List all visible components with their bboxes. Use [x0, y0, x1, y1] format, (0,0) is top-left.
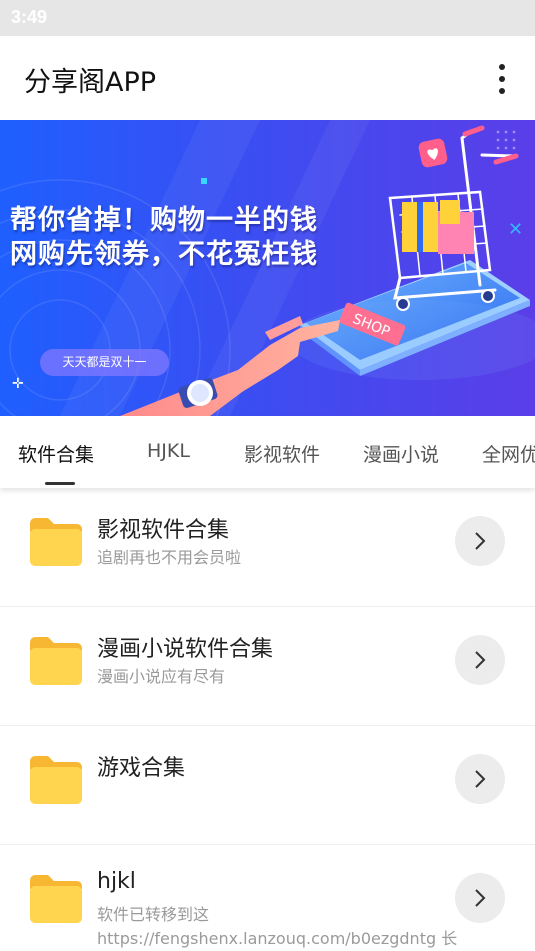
list-item-subtitle: 漫画小说应有尽有 [97, 667, 226, 686]
tab-video-software[interactable]: 影视软件 [244, 440, 320, 467]
chevron-right-icon [475, 889, 486, 907]
list-item[interactable]: hjkl 软件已转移到这 https://fengshenx.lanzouq.c… [0, 845, 535, 951]
tab-all-web-deals[interactable]: 全网优 [482, 440, 535, 467]
app-title: 分享阁APP [24, 67, 157, 98]
tab-comics-novels[interactable]: 漫画小说 [363, 440, 439, 467]
status-time: 3:49 [11, 7, 48, 27]
category-tab-bar: 软件合集 HJKL 影视软件 漫画小说 全网优 [0, 416, 535, 488]
list-item-title: 影视软件合集 [97, 518, 230, 543]
more-vertical-icon-dot-bottom [499, 88, 505, 94]
folder-icon [30, 756, 82, 804]
list-item-title: hjkl [97, 869, 136, 894]
list-item[interactable]: 影视软件合集 追剧再也不用会员啦 [0, 488, 535, 607]
open-folder-button[interactable] [455, 516, 505, 566]
list-item[interactable]: 漫画小说软件合集 漫画小说应有尽有 [0, 607, 535, 726]
folder-list: 影视软件合集 追剧再也不用会员啦 漫画小说软件合集 漫画小说应有尽有 游戏合集 [0, 488, 535, 951]
tab-software-collection[interactable]: 软件合集 [18, 440, 94, 467]
app-bar: 分享阁APP [0, 36, 535, 120]
more-options-button[interactable] [487, 62, 517, 96]
open-folder-button[interactable] [455, 873, 505, 923]
tab-hjkl[interactable]: HJKL [147, 440, 190, 462]
banner-pill-label: 天天都是双十一 [40, 349, 169, 376]
chevron-right-icon [475, 651, 486, 669]
svg-text:✛: ✛ [12, 376, 24, 392]
chevron-right-icon [475, 532, 486, 550]
list-item-title: 漫画小说软件合集 [97, 637, 274, 662]
more-vertical-icon-dot [499, 76, 505, 82]
promo-banner[interactable]: ✕ ✛ SHOP 帮你省掉！购物一半的钱 网购先领券，不花冤枉钱 天天都是双十一 [0, 120, 535, 416]
svg-text:✕: ✕ [508, 219, 523, 240]
folder-icon [30, 518, 82, 566]
sparkle-dot [201, 178, 207, 184]
open-folder-button[interactable] [455, 754, 505, 804]
folder-icon [30, 875, 82, 923]
more-vertical-icon [499, 64, 505, 70]
folder-icon [30, 637, 82, 685]
list-item-subtitle: 追剧再也不用会员啦 [97, 548, 242, 567]
list-item[interactable]: 游戏合集 [0, 726, 535, 845]
list-item-subtitle: 软件已转移到这 [97, 905, 210, 924]
open-folder-button[interactable] [455, 635, 505, 685]
list-item-title: 游戏合集 [97, 756, 186, 781]
list-item-link-text: https://fengshenx.lanzouq.com/b0ezgdntg … [97, 929, 458, 948]
active-tab-indicator [45, 482, 75, 485]
banner-headline-2: 网购先领券，不花冤枉钱 [10, 239, 318, 270]
chevron-right-icon [475, 770, 486, 788]
status-bar: 3:49 [0, 0, 535, 36]
